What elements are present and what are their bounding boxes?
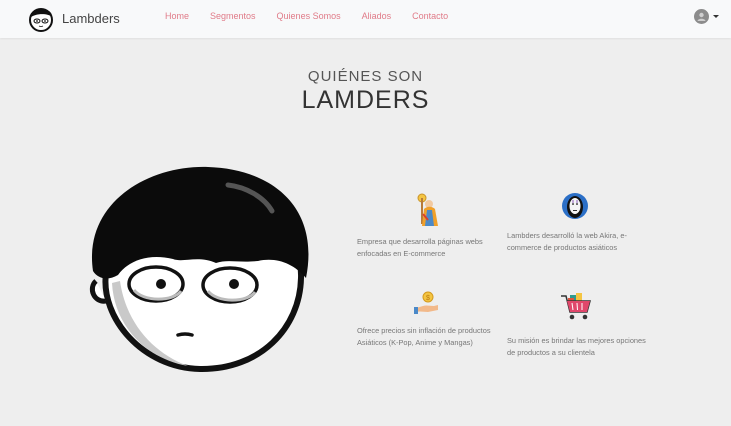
nav-link-home[interactable]: Home (165, 11, 189, 21)
chevron-down-icon (713, 15, 719, 18)
nav-link-segmentos[interactable]: Segmentos (210, 11, 256, 21)
user-menu-toggle[interactable] (694, 9, 719, 24)
shopping-cart-icon (561, 293, 591, 320)
nav-link-contacto[interactable]: Contacto (412, 11, 448, 21)
mascot-face-illustration (89, 166, 309, 373)
noface-mask-icon (562, 193, 588, 219)
nav-link-aliados[interactable]: Aliados (362, 11, 392, 21)
brand-name: Lambders (62, 10, 120, 26)
monk-icon (417, 193, 438, 226)
feature-4-text: Su misión es brindar las mejores opcione… (507, 336, 646, 357)
hand-coins-icon: $ (414, 291, 438, 314)
user-avatar-icon (694, 9, 709, 24)
svg-text:$: $ (426, 295, 430, 302)
nav-link-quienes-somos[interactable]: Quienes Somos (277, 11, 341, 21)
section-title: LAMDERS (301, 86, 430, 114)
navbar: Lambders Home Segmentos Quienes Somos Al… (0, 0, 731, 38)
feature-3-text: Ofrece precios sin inflación de producto… (357, 326, 491, 347)
feature-1-text: Empresa que desarrolla páginas webs enfo… (357, 237, 483, 258)
nav-links: Home Segmentos Quienes Somos Aliados Con… (165, 11, 469, 21)
brand[interactable]: Lambders (26, 2, 120, 34)
feature-2-text: Lambders desarrolló la web Akira, e-comm… (507, 231, 627, 252)
section-subtitle: QUIÉNES SON (307, 68, 424, 85)
brand-logo-icon (29, 8, 53, 32)
